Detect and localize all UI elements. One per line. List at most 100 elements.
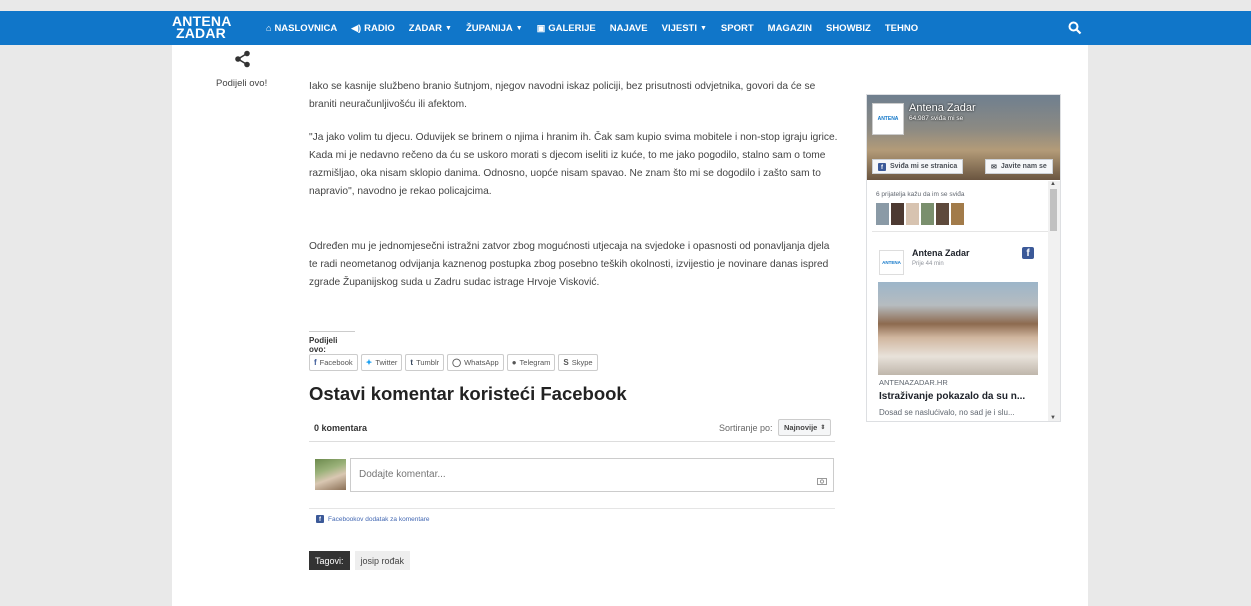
message-button-label: Javite nam se — [1000, 163, 1047, 170]
nav-item-label: SHOWBIZ — [825, 22, 871, 34]
main-menu: ⌂ NASLOVNICA ◀) RADIO ZADAR ▼ ŽUPANIJA ▼… — [266, 11, 932, 45]
nav-item-label: GALERIJE — [548, 22, 596, 34]
caret-down-icon: ▼ — [515, 24, 523, 32]
post-logo-text: ANTENA — [882, 260, 901, 265]
nav-item-vijesti[interactable]: VIJESTI ▼ — [662, 23, 707, 34]
scroll-thumb[interactable] — [1050, 189, 1057, 231]
nav-item-radio[interactable]: ◀) RADIO — [351, 23, 395, 34]
share-tumblr-button[interactable]: t Tumblr — [405, 354, 445, 371]
cover-photo: ANTENA Antena Zadar 64.987 sviđa mi se f… — [867, 95, 1060, 180]
post-author[interactable]: Antena Zadar — [912, 248, 970, 258]
select-arrows-icon: ⇕ — [820, 425, 826, 431]
like-page-button[interactable]: f Sviđa mi se stranica — [872, 159, 964, 174]
post-time[interactable]: Prije 44 min — [912, 261, 944, 267]
nav-item-tehno[interactable]: TEHNO — [885, 23, 918, 34]
post-image[interactable] — [878, 282, 1038, 375]
share-button-label: Skype — [571, 358, 593, 367]
post-domain: ANTENAZADAR.HR — [879, 378, 948, 387]
friend-avatar[interactable] — [921, 203, 934, 225]
nav-item-label: VIJESTI — [661, 22, 697, 34]
comment-box[interactable] — [350, 458, 834, 492]
nav-item-label: SPORT — [720, 22, 754, 34]
facebook-icon: f — [878, 162, 886, 171]
caret-down-icon: ▼ — [445, 24, 452, 32]
nav-item-label: MAGAZIN — [767, 22, 812, 34]
sort-select[interactable]: Najnovije ⇕ — [778, 419, 832, 436]
nav-item-label: TEHNO — [884, 22, 919, 34]
friends-like-text: 6 prijatelja kažu da im se sviđa — [876, 191, 965, 198]
nav-item-zupanija[interactable]: ŽUPANIJA ▼ — [466, 23, 523, 34]
scroll-down-icon[interactable]: ▼ — [1050, 415, 1056, 421]
share-button-label: Tumblr — [416, 358, 440, 367]
site-logo[interactable]: ANTENA ZADAR — [172, 14, 231, 41]
search-icon[interactable] — [1068, 21, 1082, 35]
share-twitter-button[interactable]: ✦ Twitter — [360, 354, 403, 371]
friend-avatar[interactable] — [951, 203, 964, 225]
friend-avatar[interactable] — [936, 203, 949, 225]
article-paragraph: "Ja jako volim tu djecu. Oduvijek se bri… — [309, 132, 838, 197]
page-logo[interactable]: ANTENA — [872, 103, 904, 135]
twitter-icon: ✦ — [365, 358, 373, 367]
nav-item-naslovnica[interactable]: ⌂ NASLOVNICA — [266, 23, 337, 34]
widget-page-name[interactable]: Antena Zadar — [909, 102, 976, 114]
tags-label: Tagovi: — [309, 551, 350, 570]
share-button-label: Telegram — [519, 358, 551, 367]
nav-item-magazin[interactable]: MAGAZIN — [768, 23, 812, 34]
nav-item-sport[interactable]: SPORT — [721, 23, 754, 34]
camera-icon[interactable] — [817, 477, 827, 485]
comment-count: 0 komentara — [314, 423, 368, 433]
facebook-icon: f — [314, 358, 317, 367]
share-sidebar-label: Podijeli ovo! — [216, 78, 268, 89]
nav-item-label: ZADAR — [408, 22, 443, 34]
share-telegram-button[interactable]: ● Telegram — [506, 354, 556, 371]
post-title[interactable]: Istraživanje pokazalo da su n... — [879, 391, 1025, 402]
article-paragraph: Određen mu je jednomjesečni istražni zat… — [309, 241, 830, 288]
page-logo-text: ANTENA — [877, 115, 899, 122]
nav-item-najave[interactable]: NAJAVE — [610, 23, 648, 34]
nav-item-showbiz[interactable]: SHOWBIZ — [826, 23, 871, 34]
nav-item-galerije[interactable]: ▣ GALERIJE — [537, 23, 596, 34]
message-button[interactable]: ✉ Javite nam se — [985, 159, 1053, 174]
tag-item[interactable]: josip rođak — [354, 551, 411, 570]
comments-heading: Ostavi komentar koristeći Facebook — [309, 383, 627, 404]
widget-page-likes: 64.987 sviđa mi se — [909, 115, 964, 122]
avatar — [315, 459, 346, 490]
caret-down-icon: ▼ — [699, 24, 707, 32]
facebook-plugin-link[interactable]: f Facebookov dodatak za komentare — [316, 515, 430, 523]
facebook-icon: f — [1022, 247, 1034, 259]
share-skype-button[interactable]: S Skype — [558, 354, 598, 371]
skype-icon: S — [563, 358, 569, 367]
friend-avatar[interactable] — [891, 203, 904, 225]
nav-item-zadar[interactable]: ZADAR ▼ — [409, 23, 452, 34]
share-button-label: Facebook — [319, 358, 353, 367]
whatsapp-icon: ◯ — [452, 358, 462, 367]
friend-avatar[interactable] — [876, 203, 889, 225]
sort-label: Sortiranje po: — [719, 423, 773, 433]
facebook-page-widget: ANTENA Antena Zadar 64.987 sviđa mi se f… — [866, 94, 1061, 422]
logo-line2: ZADAR — [176, 25, 226, 41]
tags: Tagovi: josip rođak — [309, 551, 411, 570]
tumblr-icon: t — [410, 358, 414, 367]
share-section-label: Podijeli ovo: — [309, 331, 355, 354]
plugin-link-label: Facebookov dodatak za komentare — [328, 515, 430, 523]
share-icon[interactable] — [234, 50, 252, 68]
share-button-label: Twitter — [375, 358, 398, 367]
top-navigation-bar: ANTENA ZADAR ⌂ NASLOVNICA ◀) RADIO ZADAR… — [0, 11, 1251, 45]
nav-item-label: ŽUPANIJA — [465, 22, 513, 34]
share-button-label: WhatsApp — [464, 358, 499, 367]
share-whatsapp-button[interactable]: ◯ WhatsApp — [447, 354, 504, 371]
speaker-icon: ◀) — [351, 22, 362, 33]
friend-avatar[interactable] — [906, 203, 919, 225]
home-icon: ⌂ — [266, 23, 272, 33]
gallery-icon: ▣ — [536, 22, 546, 33]
divider — [309, 508, 835, 509]
widget-scrollbar[interactable]: ▲ ▼ — [1048, 181, 1060, 421]
nav-item-label: RADIO — [364, 22, 395, 34]
envelope-icon: ✉ — [991, 163, 997, 171]
article-body: Iako se kasnije službeno branio šutnjom,… — [309, 78, 839, 307]
scroll-up-icon[interactable]: ▲ — [1050, 181, 1056, 187]
like-page-label: Sviđa mi se stranica — [890, 163, 958, 170]
share-facebook-button[interactable]: f Facebook — [309, 354, 358, 371]
post-author-logo[interactable]: ANTENA — [879, 250, 904, 275]
comment-input[interactable] — [359, 469, 759, 480]
